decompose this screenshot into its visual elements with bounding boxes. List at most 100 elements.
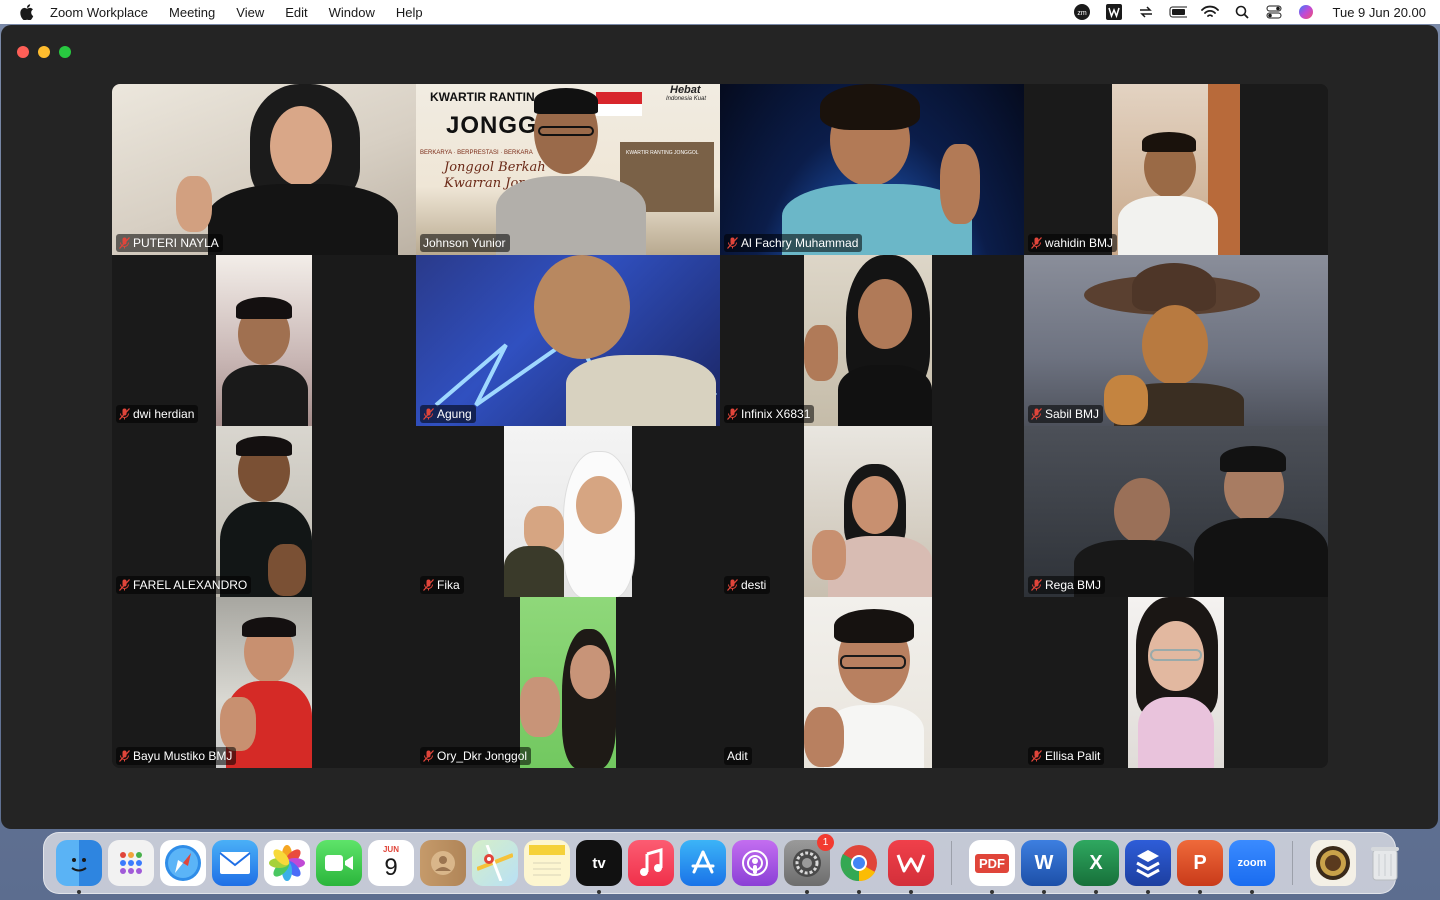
- wps-office-icon[interactable]: [888, 840, 934, 894]
- calendar-day: 9: [384, 854, 398, 881]
- participant-video: [216, 597, 312, 768]
- pdf-label: PDF: [975, 853, 1009, 873]
- menu-view[interactable]: View: [236, 5, 264, 20]
- participant-name: Fika: [437, 578, 460, 592]
- participant-tile[interactable]: dwi herdian: [112, 255, 416, 426]
- participant-tile[interactable]: Rega BMJ: [1024, 426, 1328, 597]
- wifi-icon[interactable]: [1200, 4, 1219, 20]
- window-controls: [17, 46, 71, 58]
- participant-tile[interactable]: Ellisa Palit: [1024, 597, 1328, 768]
- participant-tile[interactable]: Adit: [720, 597, 1024, 768]
- sync-icon[interactable]: [1137, 4, 1155, 20]
- participant-tile[interactable]: PUTERI NAYLA: [112, 84, 416, 255]
- menu-clock[interactable]: Tue 9 Jun 20.00: [1333, 5, 1426, 20]
- menu-edit[interactable]: Edit: [285, 5, 307, 20]
- participant-name-tag: wahidin BMJ: [1028, 234, 1118, 252]
- music-icon[interactable]: [628, 840, 674, 886]
- virtual-background-badge-sub: Indonesia Kuat: [666, 96, 707, 102]
- menu-meeting[interactable]: Meeting: [169, 5, 215, 20]
- menu-help[interactable]: Help: [396, 5, 423, 20]
- participant-video: [520, 597, 616, 768]
- word-icon[interactable]: W: [1021, 840, 1067, 894]
- participant-tile[interactable]: Infinix X6831: [720, 255, 1024, 426]
- participant-tile[interactable]: Agung: [416, 255, 720, 426]
- stacks-app-icon[interactable]: [1125, 840, 1171, 894]
- participant-name-tag: Ellisa Palit: [1028, 747, 1105, 765]
- menu-app-name[interactable]: Zoom Workplace: [50, 5, 148, 20]
- participant-tile[interactable]: FAREL ALEXANDRO: [112, 426, 416, 597]
- muted-microphone-icon: [1031, 408, 1042, 420]
- participant-name: Rega BMJ: [1045, 578, 1102, 592]
- spotlight-search-icon[interactable]: [1233, 4, 1251, 20]
- participant-name-tag: Al Fachry Muhammad: [724, 234, 863, 252]
- zoom-meeting-window: PUTERI NAYLA KWARTIR RANTIN JONGGO BERKA…: [1, 25, 1438, 829]
- chrome-icon[interactable]: [836, 840, 882, 894]
- muted-microphone-icon: [727, 408, 738, 420]
- participant-tile[interactable]: Al Fachry Muhammad: [720, 84, 1024, 255]
- muted-microphone-icon: [727, 579, 738, 591]
- svg-text:zm: zm: [1077, 10, 1087, 17]
- finder-icon[interactable]: [56, 840, 102, 894]
- participant-video: [804, 255, 932, 426]
- launchpad-icon[interactable]: [108, 840, 154, 886]
- mail-icon[interactable]: [212, 840, 258, 886]
- participant-tile[interactable]: Sabil BMJ: [1024, 255, 1328, 426]
- powerpoint-label: P: [1193, 851, 1207, 874]
- virtual-background-script: Jonggol Berkah: [444, 160, 546, 175]
- contacts-icon[interactable]: [420, 840, 466, 886]
- notes-icon[interactable]: [524, 840, 570, 886]
- zoom-window-button[interactable]: [59, 46, 71, 58]
- apple-menu-icon[interactable]: [20, 4, 34, 20]
- powerpoint-icon[interactable]: P: [1177, 840, 1223, 894]
- menu-window[interactable]: Window: [329, 5, 375, 20]
- virtual-background-building-label: KWARTIR RANTING JONGGOL: [626, 150, 699, 156]
- safari-icon[interactable]: [160, 840, 206, 886]
- participant-video: [720, 84, 1024, 255]
- participant-tile[interactable]: Fika: [416, 426, 720, 597]
- pdf-expert-icon[interactable]: PDF: [969, 840, 1015, 894]
- zoom-icon[interactable]: zoom: [1229, 840, 1275, 894]
- gallery-view: PUTERI NAYLA KWARTIR RANTIN JONGGO BERKA…: [112, 84, 1328, 768]
- wps-icon[interactable]: [1105, 4, 1123, 20]
- maps-icon[interactable]: [472, 840, 518, 886]
- participant-video: [1128, 597, 1224, 768]
- virtual-background-tagline: BERKARYA · BERPRESTASI · BERKARA: [420, 150, 533, 156]
- dock: JUN 9 tv 1 PDF W X P zoom: [43, 832, 1399, 894]
- calendar-icon[interactable]: JUN 9: [368, 840, 414, 886]
- excel-icon[interactable]: X: [1073, 840, 1119, 894]
- muted-microphone-icon: [1031, 750, 1042, 762]
- participant-video: [216, 426, 312, 597]
- participant-name-tag: Agung: [420, 405, 476, 423]
- participant-tile[interactable]: Bayu Mustiko BMJ: [112, 597, 416, 768]
- muted-microphone-icon: [119, 237, 130, 249]
- dock-separator: [1292, 841, 1293, 885]
- participant-video: [804, 426, 932, 597]
- apple-tv-icon[interactable]: tv: [576, 840, 622, 894]
- participant-video: [804, 597, 932, 768]
- siri-icon[interactable]: [1297, 4, 1315, 20]
- participant-name-tag: Fika: [420, 576, 464, 594]
- control-center-icon[interactable]: [1265, 4, 1283, 20]
- participant-video: KWARTIR RANTIN JONGGO BERKARYA · BERPRES…: [416, 84, 720, 255]
- dock-separator: [951, 841, 952, 885]
- participant-name-tag: Sabil BMJ: [1028, 405, 1104, 423]
- system-settings-icon[interactable]: 1: [784, 834, 834, 894]
- podcasts-icon[interactable]: [732, 840, 778, 886]
- participant-tile[interactable]: desti: [720, 426, 1024, 597]
- photos-icon[interactable]: [264, 840, 310, 886]
- battery-icon[interactable]: [1169, 4, 1187, 20]
- minimize-window-button[interactable]: [38, 46, 50, 58]
- app-store-icon[interactable]: [680, 840, 726, 886]
- participant-tile[interactable]: Ory_Dkr Jonggol: [416, 597, 720, 768]
- muted-microphone-icon: [119, 579, 130, 591]
- trash-icon[interactable]: [1362, 840, 1408, 886]
- zoom-status-icon[interactable]: zm: [1073, 4, 1091, 20]
- close-window-button[interactable]: [17, 46, 29, 58]
- facetime-icon[interactable]: [316, 840, 362, 886]
- participant-name: PUTERI NAYLA: [133, 236, 219, 250]
- participant-name-tag: Infinix X6831: [724, 405, 815, 423]
- virtual-background-badge: Hebat: [670, 84, 701, 96]
- scout-emblem-icon[interactable]: [1310, 840, 1356, 886]
- participant-tile[interactable]: wahidin BMJ: [1024, 84, 1328, 255]
- participant-tile-active-speaker[interactable]: KWARTIR RANTIN JONGGO BERKARYA · BERPRES…: [416, 84, 720, 255]
